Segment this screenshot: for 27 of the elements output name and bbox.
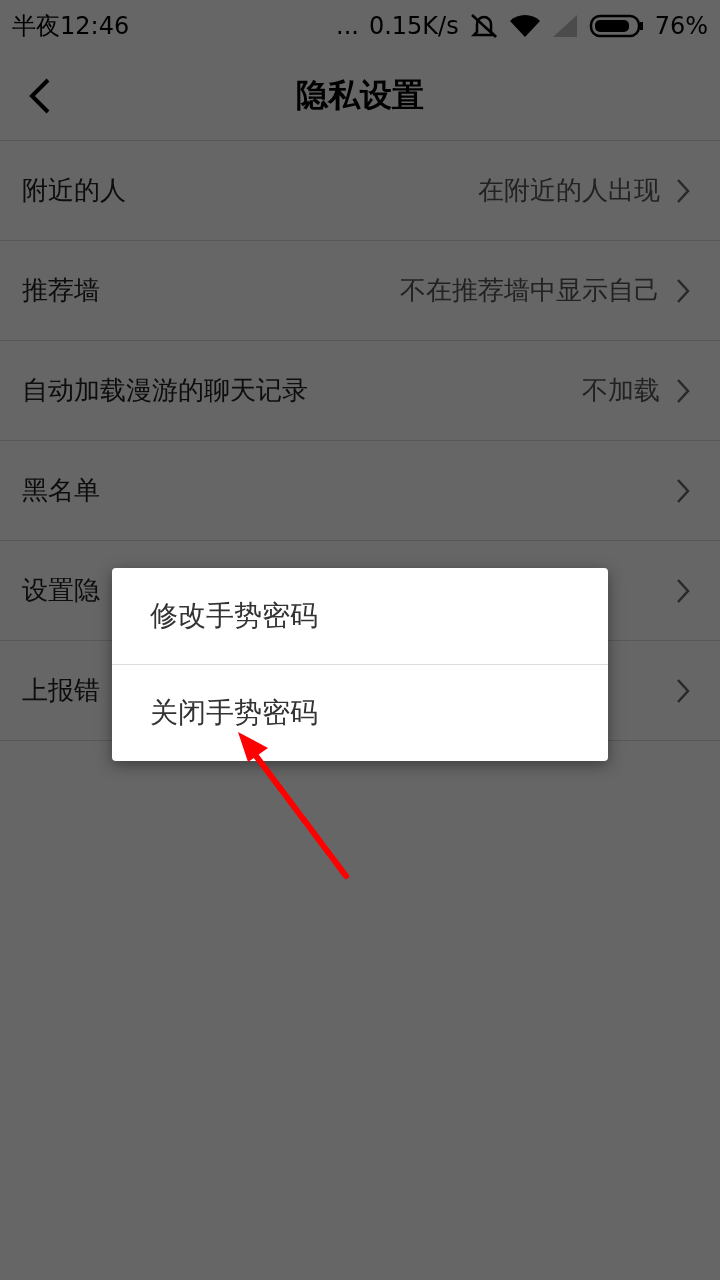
chevron-right-icon	[676, 577, 690, 604]
row-value: 不加载	[582, 374, 660, 407]
dialog-option[interactable]: 修改手势密码	[112, 568, 608, 664]
page-title: 隐私设置	[296, 75, 424, 116]
chevron-right-icon	[676, 677, 690, 704]
chevron-right-icon	[676, 177, 690, 204]
chevron-right-icon	[676, 277, 690, 304]
battery-percent: 76%	[654, 12, 708, 40]
row-label: 推荐墙	[22, 274, 100, 307]
status-time: 半夜12:46	[12, 11, 130, 42]
battery-icon	[588, 14, 645, 38]
row-label: 上报错	[22, 674, 100, 707]
settings-row[interactable]: 黑名单	[0, 441, 720, 541]
settings-row[interactable]: 推荐墙 不在推荐墙中显示自己	[0, 241, 720, 341]
network-speed: 0.15K/s	[368, 12, 459, 40]
row-value: 不在推荐墙中显示自己	[400, 274, 660, 307]
row-label: 设置隐	[22, 574, 100, 607]
row-value: 在附近的人出现	[478, 174, 660, 207]
row-label: 自动加载漫游的聊天记录	[22, 374, 308, 407]
settings-row[interactable]: 附近的人 在附近的人出现	[0, 141, 720, 241]
row-label: 黑名单	[22, 474, 100, 507]
status-dots: ...	[336, 12, 359, 40]
wifi-icon	[508, 13, 541, 39]
row-label: 附近的人	[22, 174, 126, 207]
chevron-right-icon	[676, 377, 690, 404]
settings-row[interactable]: 自动加载漫游的聊天记录 不加载	[0, 341, 720, 441]
chevron-right-icon	[676, 477, 690, 504]
